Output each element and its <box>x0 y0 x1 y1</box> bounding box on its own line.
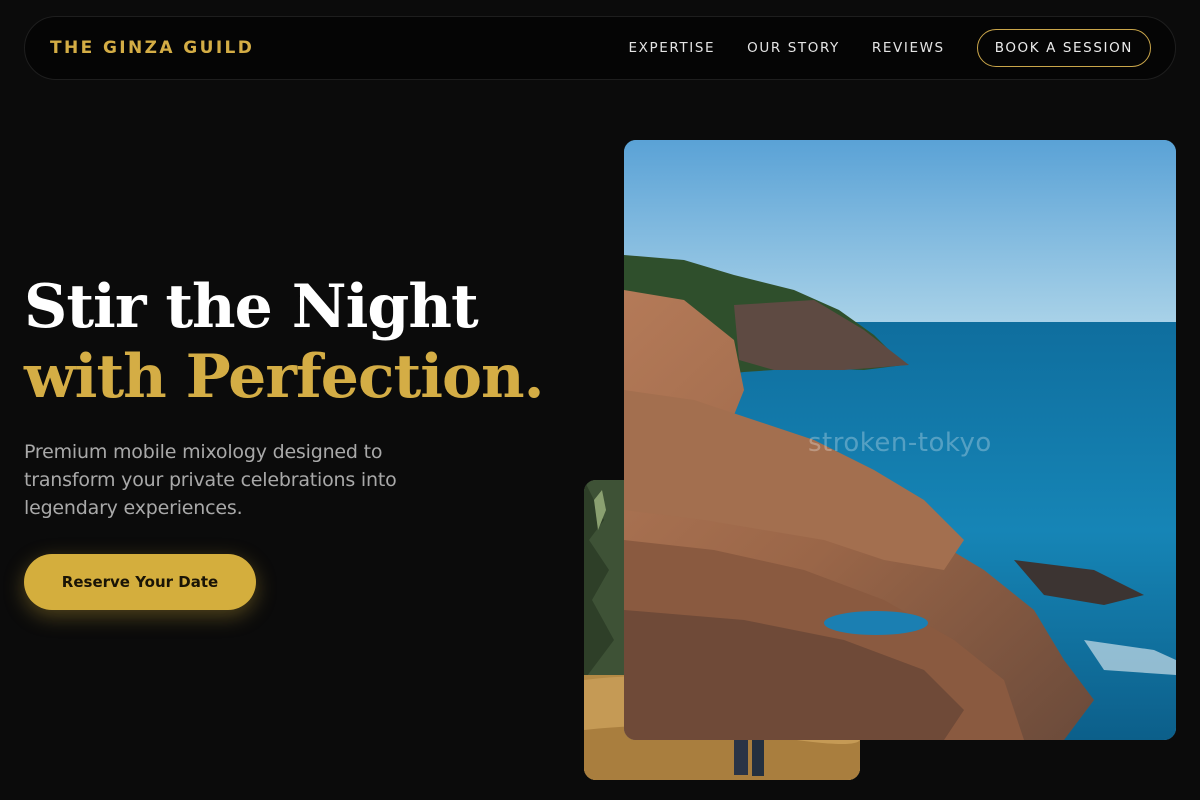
top-navigation-bar: THE GINZA GUILD EXPERTISE OUR STORY REVI… <box>24 16 1176 80</box>
headline-line-2: with Perfection. <box>24 342 545 412</box>
nav-link-reviews[interactable]: REVIEWS <box>872 40 945 56</box>
rocky-coastline-photo <box>624 140 1176 740</box>
landing-page: THE GINZA GUILD EXPERTISE OUR STORY REVI… <box>0 0 1200 800</box>
brand-logo[interactable]: THE GINZA GUILD <box>50 38 254 58</box>
nav-link-expertise[interactable]: EXPERTISE <box>629 40 716 56</box>
reserve-date-button[interactable]: Reserve Your Date <box>24 554 256 610</box>
hero-headline: Stir the Night with Perfection. <box>24 272 545 412</box>
headline-line-1: Stir the Night <box>24 272 479 342</box>
hero-subtitle: Premium mobile mixology designed to tran… <box>24 441 397 519</box>
nav-link-our-story[interactable]: OUR STORY <box>747 40 840 56</box>
coastline-photo-illustration <box>624 140 1176 740</box>
book-session-button[interactable]: BOOK A SESSION <box>976 29 1151 67</box>
nav-links: EXPERTISE OUR STORY REVIEWS BOOK A SESSI… <box>629 29 1151 67</box>
